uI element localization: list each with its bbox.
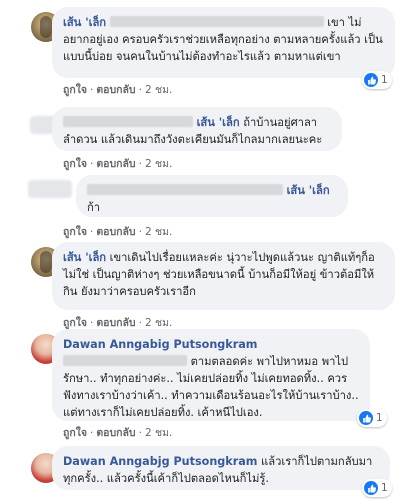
comment-actions: ถูกใจ · ตอบกลับ · 2 ชม.	[63, 84, 173, 96]
comment-author[interactable]: เส้น 'เล็ก	[287, 184, 330, 197]
avatar[interactable]	[28, 180, 72, 198]
reaction-number: 1	[376, 412, 383, 424]
reaction-count[interactable]: 1	[362, 71, 392, 89]
comment-text-tail: เขา	[327, 16, 345, 29]
comment-time[interactable]: 2 ชม.	[145, 226, 172, 238]
reply-button[interactable]: ตอบกลับ	[96, 84, 135, 96]
comment-author[interactable]: เส้น 'เล็ก	[197, 116, 240, 129]
like-button[interactable]: ถูกใจ	[63, 427, 87, 439]
like-button[interactable]: ถูกใจ	[63, 317, 87, 329]
comment-time[interactable]: 2 ชม.	[145, 427, 172, 439]
redacted-text	[87, 184, 283, 195]
reaction-count[interactable]: 1	[362, 479, 392, 497]
comment-time[interactable]: 2 ชม.	[145, 317, 172, 329]
comment-time[interactable]: 2 ชม.	[145, 158, 172, 170]
reaction-number: 1	[381, 74, 388, 86]
reply-button[interactable]: ตอบกลับ	[96, 427, 135, 439]
comment-author[interactable]: เส้น 'เล็ก	[63, 16, 106, 29]
like-icon	[364, 73, 378, 87]
like-icon	[359, 411, 373, 425]
like-button[interactable]: ถูกใจ	[63, 226, 87, 238]
comment-text: เขาเดินไปเรื่อยแหละค่ะ นุ่วาะไปพูดแล้วนะ…	[63, 251, 375, 298]
comment-bubble: Dawan Anngabjg Putsongkram แล้วเราก็ไปตา…	[52, 446, 390, 490]
comment-bubble: Dawan Anngabig Putsongkram ตามตลอดค่ะ พา…	[52, 329, 370, 421]
comment-text: ก้า	[87, 201, 101, 214]
comment-bubble: เส้น 'เล็ก เขา ไม่อยากอยู่เอง ครอบครัวเร…	[52, 7, 395, 78]
comment-author[interactable]: เส้น 'เล็ก	[63, 251, 106, 264]
comment-time[interactable]: 2 ชม.	[145, 84, 172, 96]
comment-actions: ถูกใจ · ตอบกลับ · 2 ชม.	[63, 226, 173, 238]
reaction-number: 1	[381, 482, 388, 494]
like-button[interactable]: ถูกใจ	[63, 158, 87, 170]
reply-button[interactable]: ตอบกลับ	[96, 317, 135, 329]
reaction-count[interactable]: 1	[357, 409, 387, 427]
comment-author[interactable]: Dawan Anngabig Putsongkram	[63, 338, 257, 351]
comment-author[interactable]: Dawan Anngabjg Putsongkram	[63, 455, 257, 468]
reply-button[interactable]: ตอบกลับ	[96, 158, 135, 170]
comment-bubble: เส้น 'เล็ก ถ้าบ้านอยู่ศาลาลำดวน แล้วเดิน…	[52, 107, 342, 151]
redacted-text	[63, 116, 193, 127]
comment-bubble: เส้น 'เล็ก ก้า	[76, 175, 348, 217]
like-icon	[364, 481, 378, 495]
comment-actions: ถูกใจ · ตอบกลับ · 2 ชม.	[63, 427, 173, 439]
comment-actions: ถูกใจ · ตอบกลับ · 2 ชม.	[63, 158, 173, 170]
like-button[interactable]: ถูกใจ	[63, 84, 87, 96]
redacted-text	[109, 16, 324, 27]
reply-button[interactable]: ตอบกลับ	[96, 226, 135, 238]
redacted-text	[63, 355, 187, 366]
comment-bubble: เส้น 'เล็ก เขาเดินไปเรื่อยแหละค่ะ นุ่วาะ…	[52, 242, 395, 310]
